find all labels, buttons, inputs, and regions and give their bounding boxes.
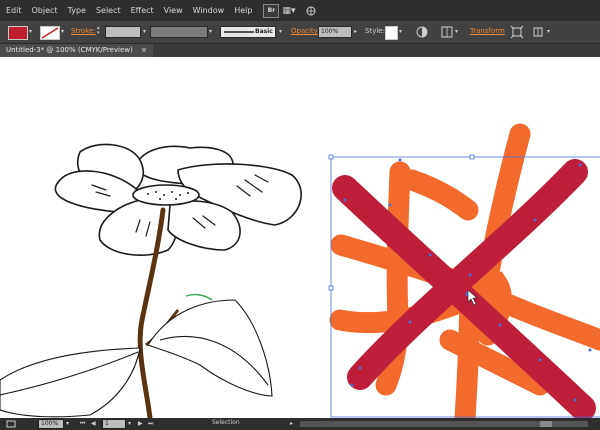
status-bar: 100% ▾ ⏮ ◀ 1 ▾ ▶ ⏭ Selection ▸ — [0, 418, 600, 430]
horizontal-scrollbar[interactable] — [300, 421, 588, 427]
menu-effect[interactable]: Effect — [126, 0, 159, 21]
menu-view[interactable]: View — [159, 0, 188, 21]
style-dropdown-icon[interactable]: ▾ — [399, 28, 402, 35]
stroke-dropdown-icon[interactable]: ▾ — [61, 28, 64, 35]
menu-extras: Br ▦▾ — [263, 3, 318, 18]
stroke-swatch[interactable] — [40, 26, 60, 40]
control-panel: ▾ ▾ Stroke: ▴ ▾ ▾ ▾ Basic ▾ Opacity: 100%… — [0, 21, 600, 44]
panel-menu-icon[interactable]: ▾ — [547, 28, 550, 35]
document-tab-bar: Untitled-3* @ 100% (CMYK/Preview) × — [0, 44, 600, 57]
stroke-weight-dropdown-icon[interactable]: ▾ — [143, 28, 146, 35]
first-artboard-icon[interactable]: ⏮ — [80, 420, 85, 428]
arrange-documents-icon[interactable]: ▦▾ — [282, 6, 295, 16]
status-menu-icon[interactable]: ▸ — [290, 420, 293, 427]
width-profile-dropdown-icon[interactable]: ▾ — [209, 28, 212, 35]
document-tab-title: Untitled-3* @ 100% (CMYK/Preview) — [6, 46, 133, 54]
close-tab-icon[interactable]: × — [141, 46, 147, 54]
transform-link[interactable]: Transform — [470, 27, 505, 35]
artboard-number-field[interactable]: 1 — [102, 419, 126, 429]
brush-definition[interactable]: Basic — [220, 26, 276, 38]
menu-bar: Edit Object Type Select Effect View Wind… — [0, 0, 600, 21]
brush-profile-label: Basic — [255, 28, 273, 35]
opacity-field[interactable]: 100% — [318, 26, 352, 38]
flower-drawing[interactable] — [54, 143, 302, 256]
menu-help[interactable]: Help — [229, 0, 257, 21]
bridge-button[interactable]: Br — [263, 3, 280, 18]
style-label: Style: — [365, 27, 385, 35]
artboard-canvas[interactable] — [0, 57, 600, 418]
menu-type[interactable]: Type — [63, 0, 91, 21]
zoom-field[interactable]: 100% — [38, 419, 64, 429]
opacity-label[interactable]: Opacity: — [291, 27, 320, 35]
variable-width-profile[interactable] — [150, 26, 208, 38]
stroke-weight-stepper-icon[interactable]: ▴ ▾ — [97, 26, 100, 36]
menu-window[interactable]: Window — [188, 0, 230, 21]
recolor-artwork-icon[interactable] — [415, 25, 429, 39]
artboard-dropdown-icon[interactable]: ▾ — [128, 420, 131, 427]
artwork[interactable] — [0, 57, 600, 418]
menu-object[interactable]: Object — [27, 0, 63, 21]
scroll-thumb[interactable] — [540, 421, 552, 427]
menu-edit[interactable]: Edit — [0, 0, 27, 21]
isolate-group-icon[interactable] — [510, 25, 524, 39]
fill-dropdown-icon[interactable]: ▾ — [29, 28, 32, 35]
stroke-weight-field[interactable] — [105, 26, 141, 38]
align-to-icon[interactable] — [440, 25, 454, 39]
brush-dropdown-icon[interactable]: ▾ — [279, 28, 282, 35]
document-tab[interactable]: Untitled-3* @ 100% (CMYK/Preview) × — [0, 44, 153, 57]
previous-artboard-icon[interactable]: ◀ — [91, 420, 96, 427]
last-artboard-icon[interactable]: ⏭ — [148, 420, 153, 428]
status-artboard-icon[interactable] — [6, 420, 16, 428]
gpu-performance-icon[interactable] — [304, 5, 318, 17]
next-artboard-icon[interactable]: ▶ — [138, 420, 143, 427]
leaf-drawings[interactable] — [0, 293, 273, 418]
zoom-dropdown-icon[interactable]: ▾ — [66, 420, 69, 427]
opacity-dropdown-icon[interactable]: ▸ — [354, 28, 357, 35]
graphic-style-swatch[interactable] — [385, 26, 398, 40]
align-dropdown-icon[interactable]: ▾ — [455, 28, 458, 35]
stroke-label[interactable]: Stroke: — [71, 27, 96, 35]
menu-select[interactable]: Select — [91, 0, 126, 21]
brush-stroke-icon — [224, 31, 254, 33]
panel-options-icon[interactable] — [532, 25, 546, 39]
status-tool-label[interactable]: Selection — [212, 419, 240, 426]
fill-swatch[interactable] — [8, 26, 28, 40]
